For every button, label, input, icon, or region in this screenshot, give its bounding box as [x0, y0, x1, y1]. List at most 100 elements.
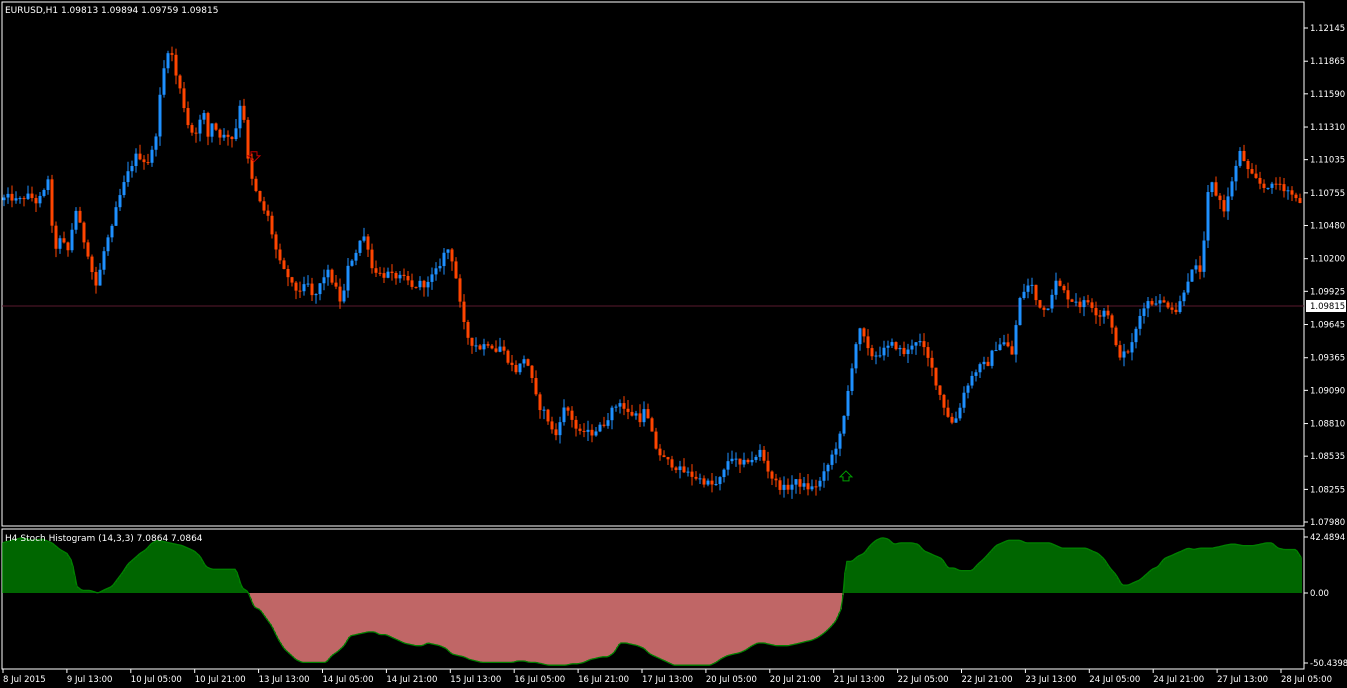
bull-candle	[842, 415, 846, 434]
bear-candle	[294, 282, 298, 291]
bear-candle	[250, 158, 254, 179]
bull-candle	[954, 418, 958, 423]
price-tick-label: 1.11865	[1310, 57, 1345, 67]
price-tick-label: 1.11590	[1310, 90, 1345, 100]
bear-candle	[466, 321, 470, 338]
bull-candle	[446, 249, 450, 253]
bear-candle	[422, 280, 426, 288]
bear-candle	[1086, 300, 1090, 303]
bear-candle	[622, 403, 626, 409]
bear-candle	[674, 467, 678, 471]
bear-candle	[762, 449, 766, 461]
bear-candle	[590, 429, 594, 436]
bear-candle	[1222, 200, 1226, 212]
bear-candle	[338, 286, 342, 302]
bull-candle	[634, 413, 638, 416]
bear-candle	[254, 178, 258, 191]
bull-candle	[1186, 281, 1190, 293]
bear-candle	[866, 336, 870, 349]
bull-candle	[150, 149, 154, 163]
bull-candle	[482, 344, 486, 350]
bull-candle	[70, 229, 74, 251]
bear-candle	[138, 153, 142, 160]
bull-candle	[322, 277, 326, 284]
time-tick-label: 17 Jul 13:00	[642, 675, 693, 685]
bull-candle	[1202, 240, 1206, 272]
bear-candle	[170, 53, 174, 55]
bear-candle	[806, 483, 810, 490]
bull-candle	[914, 342, 918, 346]
bear-candle	[1042, 307, 1046, 310]
bear-candle	[1118, 345, 1122, 358]
bull-candle	[830, 454, 834, 465]
bear-candle	[902, 347, 906, 355]
bear-candle	[710, 480, 714, 485]
bear-candle	[1034, 284, 1038, 301]
bull-candle	[354, 252, 358, 261]
bull-candle	[122, 182, 126, 196]
bear-candle	[702, 478, 706, 485]
bear-candle	[862, 328, 866, 337]
bull-candle	[886, 345, 890, 348]
bull-candle	[438, 266, 442, 269]
bull-candle	[314, 294, 318, 296]
bull-candle	[154, 136, 158, 150]
time-tick-label: 22 Jul 21:00	[962, 675, 1013, 685]
bear-candle	[242, 105, 246, 120]
bull-candle	[350, 260, 354, 266]
bear-candle	[1162, 300, 1166, 303]
bear-candle	[690, 471, 694, 477]
bear-candle	[662, 455, 666, 458]
bear-candle	[22, 198, 26, 200]
bear-candle	[1166, 302, 1170, 308]
bull-candle	[1138, 315, 1142, 329]
bear-candle	[546, 409, 550, 422]
chart-title: EURUSD,H1 1.09813 1.09894 1.09759 1.0981…	[5, 6, 218, 16]
bear-candle	[550, 421, 554, 430]
indicator-tick-label: 42.4894	[1310, 533, 1345, 543]
bull-candle	[518, 363, 522, 373]
bull-candle	[910, 345, 914, 350]
time-tick-label: 13 Jul 13:00	[259, 675, 310, 685]
bull-candle	[678, 466, 682, 471]
bull-candle	[6, 193, 10, 198]
bear-candle	[1098, 315, 1102, 317]
bull-candle	[418, 280, 422, 288]
bull-candle	[794, 479, 798, 485]
bull-candle	[202, 113, 206, 120]
indicator-title: H4 Stoch Histogram (14,3,3) 7.0864 7.086…	[5, 534, 203, 544]
bear-candle	[1114, 327, 1118, 346]
bull-candle	[598, 424, 602, 432]
bear-candle	[766, 460, 770, 472]
bull-candle	[698, 478, 702, 480]
bear-candle	[182, 88, 186, 109]
current-price-text: 1.09815	[1310, 302, 1345, 312]
bear-candle	[478, 345, 482, 350]
bear-candle	[950, 416, 954, 423]
bull-candle	[1022, 291, 1026, 298]
bear-candle	[946, 407, 950, 417]
bull-candle	[758, 449, 762, 457]
bull-candle	[1238, 150, 1242, 166]
bull-candle	[1158, 300, 1162, 304]
bear-candle	[194, 132, 198, 134]
bull-candle	[802, 483, 806, 487]
bull-candle	[134, 153, 138, 167]
bull-candle	[1122, 351, 1126, 358]
bear-candle	[786, 484, 790, 490]
price-tick-label: 1.08255	[1310, 485, 1345, 495]
time-tick-label: 20 Jul 05:00	[706, 675, 757, 685]
bull-candle	[398, 274, 402, 279]
bull-candle	[1178, 301, 1182, 313]
bear-candle	[1262, 183, 1266, 188]
bull-candle	[562, 407, 566, 423]
bear-candle	[746, 459, 750, 463]
bear-candle	[206, 113, 210, 137]
chart-window[interactable]: EURUSD,H1 1.09813 1.09894 1.09759 1.0981…	[0, 0, 1347, 688]
bear-candle	[1218, 195, 1222, 201]
bear-candle	[926, 347, 930, 358]
bull-candle	[1154, 303, 1158, 305]
bull-candle	[430, 274, 434, 282]
time-tick-label: 27 Jul 13:00	[1217, 675, 1268, 685]
bear-candle	[82, 222, 86, 243]
